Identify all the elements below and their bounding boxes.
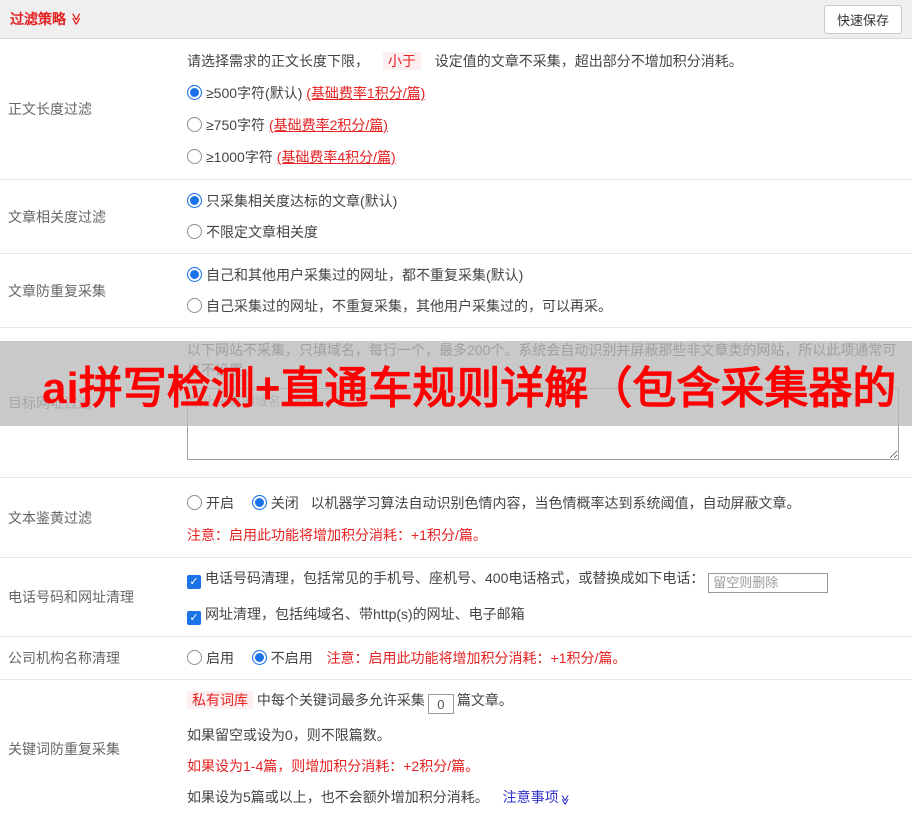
row-label-porn-filter: 文本鉴黄过滤 bbox=[0, 478, 180, 557]
chevron-down-icon: ≫ bbox=[559, 795, 569, 805]
row-porn-filter: 文本鉴黄过滤 开启 关闭 以机器学习算法自动识别色情内容，当色情概率达到系统阈值… bbox=[0, 478, 912, 558]
lt-tag: 小于 bbox=[383, 52, 421, 70]
radio-icon[interactable] bbox=[187, 149, 202, 164]
page-title[interactable]: 过滤策略 ≫ bbox=[10, 9, 83, 29]
radio-option-company-on[interactable]: 启用 bbox=[187, 650, 234, 666]
keyword-dedup-line3: 如果设为1-4篇，则增加积分消耗：+2积分/篇。 bbox=[187, 756, 905, 776]
keyword-dedup-line2: 如果留空或设为0，则不限篇数。 bbox=[187, 725, 905, 745]
row-content-content-length: 请选择需求的正文长度下限， 小于 设定值的文章不采集，超出部分不增加积分消耗。 … bbox=[180, 39, 912, 179]
row-label-phone-url-clean: 电话号码和网址清理 bbox=[0, 558, 180, 636]
cost-note: (基础费率2积分/篇) bbox=[269, 117, 388, 133]
radio-icon[interactable] bbox=[187, 650, 202, 665]
replacement-phone-input[interactable] bbox=[708, 573, 828, 593]
row-relevance: 文章相关度过滤 只采集相关度达标的文章(默认) 不限定文章相关度 bbox=[0, 180, 912, 254]
radio-option-relevance-strict[interactable]: 只采集相关度达标的文章(默认) bbox=[187, 191, 905, 211]
row-label-dedup: 文章防重复采集 bbox=[0, 254, 180, 327]
radio-option-relevance-any[interactable]: 不限定文章相关度 bbox=[187, 222, 905, 242]
row-label-content-length: 正文长度过滤 bbox=[0, 39, 180, 179]
radio-option-500[interactable]: ≥500字符(默认) (基础费率1积分/篇) bbox=[187, 83, 905, 103]
row-label-relevance: 文章相关度过滤 bbox=[0, 180, 180, 253]
radio-option-porn-on[interactable]: 开启 bbox=[187, 495, 234, 511]
row-label-company-clean: 公司机构名称清理 bbox=[0, 637, 180, 679]
chevron-down-icon: ≫ bbox=[70, 13, 82, 26]
private-lexicon-tag: 私有词库 bbox=[187, 691, 253, 709]
radio-option-dedup-all[interactable]: 自己和其他用户采集过的网址，都不重复采集(默认) bbox=[187, 265, 905, 285]
porn-filter-note: 注意：启用此功能将增加积分消耗：+1积分/篇。 bbox=[187, 525, 905, 545]
radio-icon[interactable] bbox=[187, 85, 202, 100]
content-length-intro: 请选择需求的正文长度下限， 小于 设定值的文章不采集，超出部分不增加积分消耗。 bbox=[187, 51, 905, 71]
row-content-length: 正文长度过滤 请选择需求的正文长度下限， 小于 设定值的文章不采集，超出部分不增… bbox=[0, 39, 912, 180]
row-content-company-clean: 启用 不启用 注意：启用此功能将增加积分消耗：+1积分/篇。 bbox=[180, 637, 912, 679]
header-bar: 过滤策略 ≫ 快速保存 bbox=[0, 0, 912, 39]
porn-filter-desc: 以机器学习算法自动识别色情内容，当色情概率达到系统阈值，自动屏蔽文章。 bbox=[311, 495, 801, 511]
radio-option-company-off[interactable]: 不启用 bbox=[252, 650, 313, 666]
cost-note: (基础费率4积分/篇) bbox=[277, 149, 396, 165]
radio-icon[interactable] bbox=[187, 495, 202, 510]
radio-icon[interactable] bbox=[187, 193, 202, 208]
radio-icon[interactable] bbox=[187, 224, 202, 239]
cost-note: (基础费率1积分/篇) bbox=[306, 85, 425, 101]
company-clean-note: 注意：启用此功能将增加积分消耗：+1积分/篇。 bbox=[327, 650, 627, 666]
row-keyword-dedup: 关键词防重复采集 私有词库 中每个关键词最多允许采集篇文章。 如果留空或设为0，… bbox=[0, 680, 912, 818]
ad-overlay-banner[interactable]: ai拼写检测+直通车规则详解（包含采集器的 bbox=[0, 341, 912, 426]
radio-option-porn-off[interactable]: 关闭 bbox=[252, 495, 299, 511]
row-dedup: 文章防重复采集 自己和其他用户采集过的网址，都不重复采集(默认) 自己采集过的网… bbox=[0, 254, 912, 328]
row-phone-url-clean: 电话号码和网址清理 ✓电话号码清理，包括常见的手机号、座机号、400电话格式，或… bbox=[0, 558, 912, 637]
quick-save-button[interactable]: 快速保存 bbox=[824, 5, 902, 34]
porn-filter-options: 开启 关闭 以机器学习算法自动识别色情内容，当色情概率达到系统阈值，自动屏蔽文章… bbox=[187, 493, 905, 513]
row-label-keyword-dedup: 关键词防重复采集 bbox=[0, 680, 180, 818]
row-content-porn-filter: 开启 关闭 以机器学习算法自动识别色情内容，当色情概率达到系统阈值，自动屏蔽文章… bbox=[180, 478, 912, 557]
radio-option-750[interactable]: ≥750字符 (基础费率2积分/篇) bbox=[187, 115, 905, 135]
radio-icon[interactable] bbox=[187, 267, 202, 282]
row-content-relevance: 只采集相关度达标的文章(默认) 不限定文章相关度 bbox=[180, 180, 912, 253]
radio-icon[interactable] bbox=[252, 495, 267, 510]
max-articles-input[interactable] bbox=[428, 694, 454, 714]
row-content-keyword-dedup: 私有词库 中每个关键词最多允许采集篇文章。 如果留空或设为0，则不限篇数。 如果… bbox=[180, 680, 912, 818]
keyword-dedup-line4: 如果设为5篇或以上，也不会额外增加积分消耗。 注意事项≫ bbox=[187, 787, 905, 807]
ad-overlay-text: ai拼写检测+直通车规则详解（包含采集器的 bbox=[0, 352, 896, 416]
radio-icon[interactable] bbox=[252, 650, 267, 665]
notes-link[interactable]: 注意事项≫ bbox=[503, 789, 569, 805]
page-title-text: 过滤策略 bbox=[10, 9, 66, 29]
radio-option-dedup-self[interactable]: 自己采集过的网址，不重复采集，其他用户采集过的，可以再采。 bbox=[187, 296, 905, 316]
row-content-phone-url-clean: ✓电话号码清理，包括常见的手机号、座机号、400电话格式，或替换成如下电话： ✓… bbox=[180, 558, 912, 636]
radio-option-1000[interactable]: ≥1000字符 (基础费率4积分/篇) bbox=[187, 147, 905, 167]
row-company-clean: 公司机构名称清理 启用 不启用 注意：启用此功能将增加积分消耗：+1积分/篇。 bbox=[0, 637, 912, 680]
radio-icon[interactable] bbox=[187, 298, 202, 313]
checkbox-checked-icon[interactable]: ✓ bbox=[187, 611, 201, 625]
keyword-dedup-line1: 私有词库 中每个关键词最多允许采集篇文章。 bbox=[187, 690, 905, 715]
checkbox-option-url-clean[interactable]: ✓网址清理，包括纯域名、带http(s)的网址、电子邮箱 bbox=[187, 604, 905, 625]
checkbox-checked-icon[interactable]: ✓ bbox=[187, 575, 201, 589]
filter-strategy-page: 过滤策略 ≫ 快速保存 正文长度过滤 请选择需求的正文长度下限， 小于 设定值的… bbox=[0, 0, 912, 768]
company-clean-options: 启用 不启用 注意：启用此功能将增加积分消耗：+1积分/篇。 bbox=[187, 648, 905, 668]
row-content-dedup: 自己和其他用户采集过的网址，都不重复采集(默认) 自己采集过的网址，不重复采集，… bbox=[180, 254, 912, 327]
radio-icon[interactable] bbox=[187, 117, 202, 132]
checkbox-option-phone-clean[interactable]: ✓电话号码清理，包括常见的手机号、座机号、400电话格式，或替换成如下电话： bbox=[187, 568, 905, 593]
